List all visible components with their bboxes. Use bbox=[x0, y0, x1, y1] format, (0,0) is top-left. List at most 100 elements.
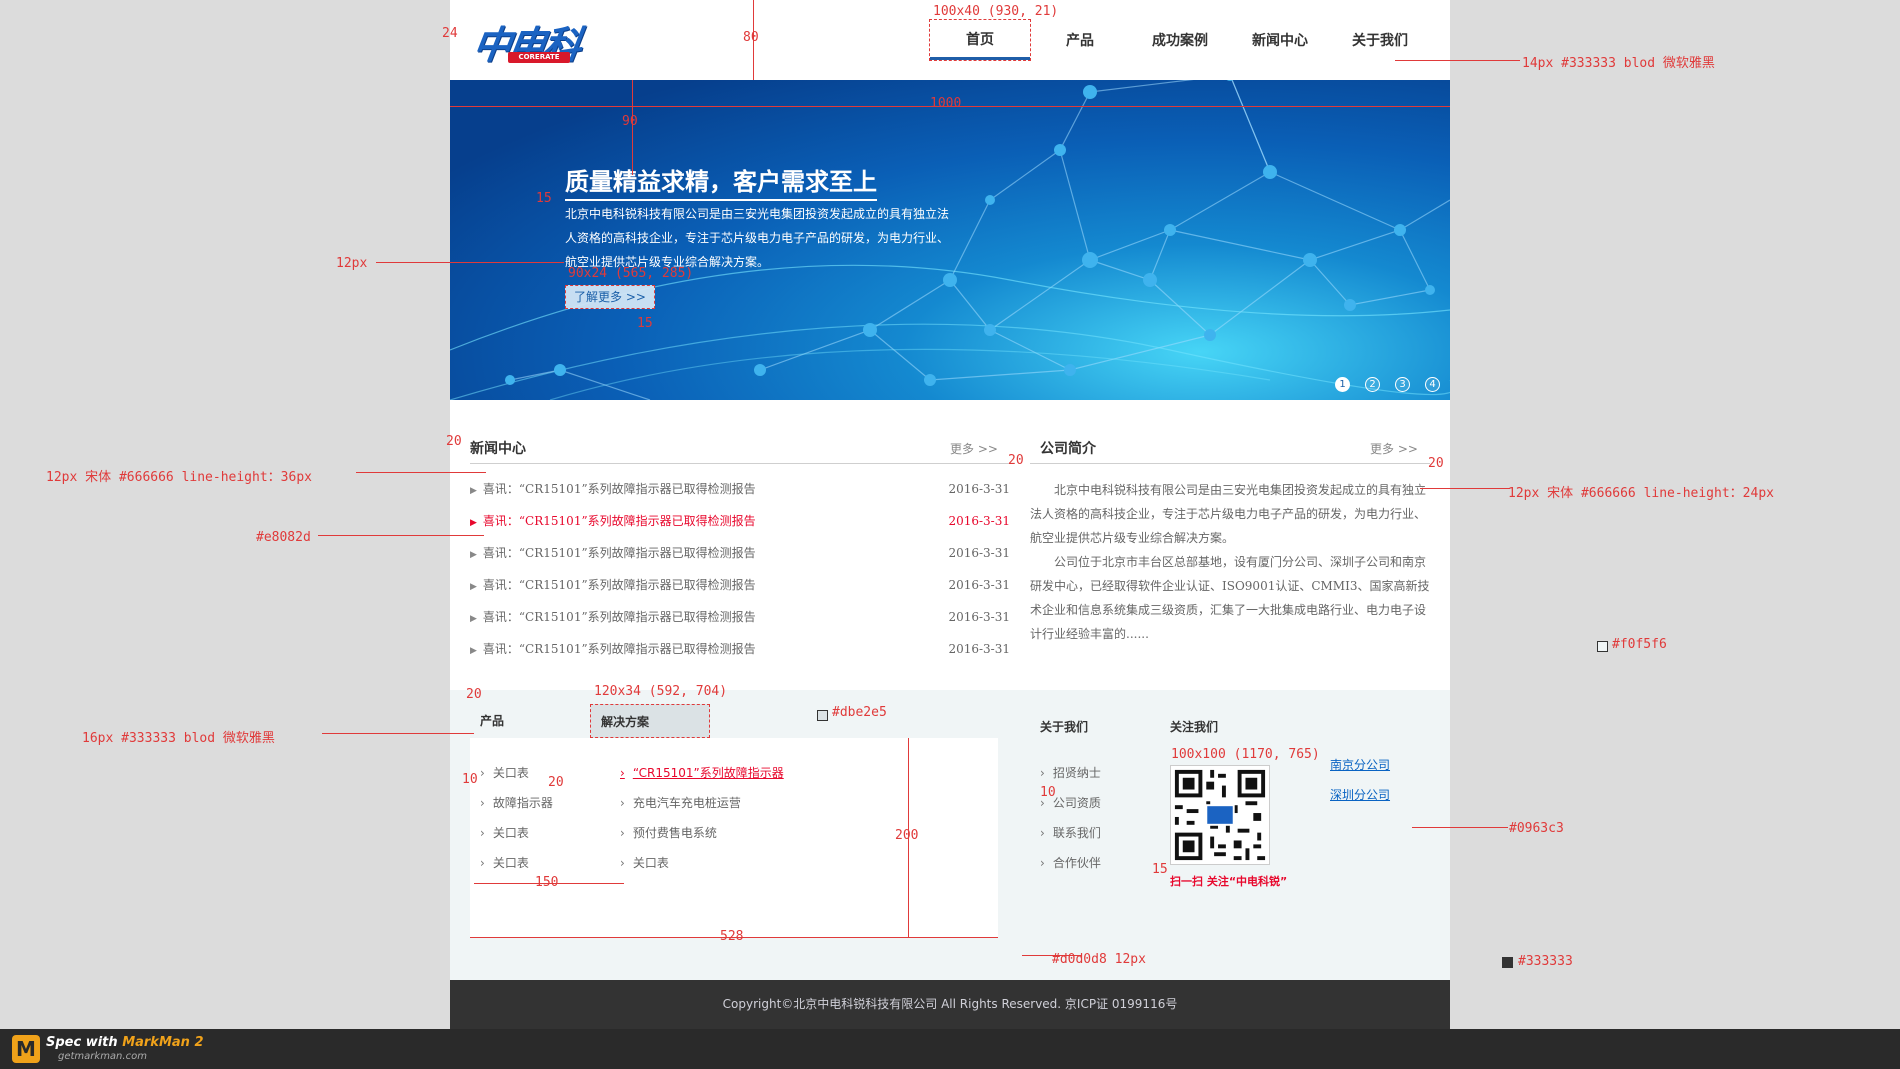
annotation-guide bbox=[322, 733, 474, 734]
learn-more-button[interactable]: 了解更多 >> bbox=[565, 285, 655, 309]
news-divider bbox=[470, 463, 1010, 464]
news-item-title: 喜讯：“CR15101”系列故障指示器已取得检测报告 bbox=[470, 602, 756, 634]
news-item[interactable]: 喜讯：“CR15101”系列故障指示器已取得检测报告 2016-3-31 bbox=[470, 634, 1010, 666]
product-link[interactable]: 关口表 bbox=[620, 848, 784, 878]
main-nav: 首页 产品 成功案例 新闻中心 关于我们 bbox=[929, 19, 1430, 61]
copyright-bar: Copyright©北京中电科锐科技有限公司 All Rights Reserv… bbox=[450, 980, 1450, 1029]
product-column-1: 关口表 故障指示器 关口表 关口表 bbox=[480, 758, 553, 878]
nav-item-about[interactable]: 关于我们 bbox=[1330, 20, 1430, 60]
annotation-right-gap: 20 bbox=[1428, 456, 1444, 471]
annotation-guide bbox=[318, 535, 484, 536]
annotation-footer-color: #333333 bbox=[1518, 954, 1573, 969]
tab-solutions[interactable]: 解决方案 bbox=[590, 704, 710, 738]
about-link[interactable]: 合作伙伴 bbox=[1040, 848, 1101, 878]
annotation-qr-gap: 15 bbox=[1152, 862, 1168, 877]
nav-item-news[interactable]: 新闻中心 bbox=[1230, 20, 1330, 60]
markman-title-brand: MarkMan 2 bbox=[122, 1035, 204, 1050]
annotation-desc-font: 12px bbox=[336, 256, 368, 271]
qr-caption: 扫一扫 关注“中电科锐” bbox=[1170, 875, 1288, 888]
intro-title: 公司简介 bbox=[1040, 441, 1096, 457]
annotation-hover-color: #e8082d bbox=[256, 530, 311, 545]
news-item[interactable]: 喜讯：“CR15101”系列故障指示器已取得检测报告 2016-3-31 bbox=[470, 602, 1010, 634]
annotation-nav-font: 14px #333333 blod 微软雅黑 bbox=[1522, 56, 1715, 71]
intro-divider bbox=[1030, 463, 1430, 464]
about-link[interactable]: 联系我们 bbox=[1040, 818, 1101, 848]
product-link[interactable]: 关口表 bbox=[480, 848, 553, 878]
product-link-hover[interactable]: “CR15101”系列故障指示器 bbox=[620, 758, 784, 788]
annotation-guide bbox=[356, 472, 486, 473]
annotation-spacing: 15 bbox=[536, 191, 552, 206]
news-item-date: 2016-3-31 bbox=[948, 642, 1010, 656]
product-panel: 关口表 故障指示器 关口表 关口表 “CR15101”系列故障指示器 充电汽车充… bbox=[470, 738, 998, 938]
annotation-bg-color: #f0f5f6 bbox=[1612, 637, 1667, 652]
markman-icon: M bbox=[12, 1035, 40, 1063]
annotation-swatch bbox=[1502, 957, 1513, 968]
news-item-date: 2016-3-31 bbox=[948, 546, 1010, 560]
nav-item-products[interactable]: 产品 bbox=[1030, 20, 1130, 60]
annotation-news-gap: 20 bbox=[446, 434, 462, 449]
news-item[interactable]: 喜讯：“CR15101”系列故障指示器已取得检测报告 2016-3-31 bbox=[470, 474, 1010, 506]
product-link[interactable]: 关口表 bbox=[480, 758, 553, 788]
annotation-logo-gap: 24 bbox=[442, 26, 458, 41]
annotation-col-width: 150 bbox=[535, 875, 559, 890]
annotation-banner-width: 1000 bbox=[930, 96, 962, 111]
markman-title: Spec with MarkMan 2 bbox=[46, 1035, 204, 1050]
carousel-dot-1[interactable]: 1 bbox=[1335, 377, 1350, 392]
banner-description: 北京中电科锐科技有限公司是由三安光电集团投资发起成立的具有独立法人资格的高科技企… bbox=[565, 207, 950, 269]
product-link[interactable]: 预付费售电系统 bbox=[620, 818, 784, 848]
annotation-nav-size: 100x40 (930, 21) bbox=[933, 4, 1059, 19]
annotation-swatch bbox=[1597, 641, 1608, 652]
annotation-button-size: 90x24 (565, 285) bbox=[568, 266, 694, 281]
carousel-dot-4[interactable]: 4 bbox=[1425, 377, 1440, 392]
annotation-tab-size: 120x34 (592, 704) bbox=[594, 684, 728, 699]
product-link[interactable]: 故障指示器 bbox=[480, 788, 553, 818]
nav-item-cases[interactable]: 成功案例 bbox=[1130, 20, 1230, 60]
annotation-spacing: 15 bbox=[637, 316, 653, 331]
carousel-dots: 1 2 3 4 bbox=[1320, 377, 1440, 392]
spec-canvas: 中电科锐 CORERATE 首页 产品 成功案例 新闻中心 关于我们 质量精益求… bbox=[0, 0, 1900, 1069]
carousel-dot-3[interactable]: 3 bbox=[1395, 377, 1410, 392]
news-item-date: 2016-3-31 bbox=[948, 482, 1010, 496]
annotation-tab-color: #dbe2e5 bbox=[832, 705, 887, 720]
branch-link-shenzhen[interactable]: 深圳分公司 bbox=[1330, 786, 1390, 803]
news-item[interactable]: 喜讯：“CR15101”系列故障指示器已取得检测报告 2016-3-31 bbox=[470, 570, 1010, 602]
branch-link-nanjing[interactable]: 南京分公司 bbox=[1330, 756, 1390, 773]
page-column: 中电科锐 CORERATE 首页 产品 成功案例 新闻中心 关于我们 质量精益求… bbox=[450, 0, 1450, 1029]
annotation-header-height: 80 bbox=[743, 30, 759, 45]
annotation-mid-gap: 20 bbox=[1008, 453, 1024, 468]
product-link[interactable]: 关口表 bbox=[480, 818, 553, 848]
news-item-title: 喜讯：“CR15101”系列故障指示器已取得检测报告 bbox=[470, 570, 756, 602]
annotation-guide bbox=[376, 262, 564, 263]
news-item-title: 喜讯：“CR15101”系列故障指示器已取得检测报告 bbox=[470, 474, 756, 506]
carousel-dot-2[interactable]: 2 bbox=[1365, 377, 1380, 392]
markman-url[interactable]: getmarkman.com bbox=[58, 1051, 147, 1062]
news-item-date: 2016-3-31 bbox=[948, 578, 1010, 592]
annotation-col-gap: 20 bbox=[548, 775, 564, 790]
news-item[interactable]: 喜讯：“CR15101”系列故障指示器已取得检测报告 2016-3-31 bbox=[470, 538, 1010, 570]
news-more-link[interactable]: 更多 >> bbox=[950, 440, 998, 457]
qr-code-image bbox=[1170, 765, 1270, 865]
markman-title-prefix: Spec with bbox=[46, 1035, 123, 1050]
annotation-panel-width: 528 bbox=[720, 929, 744, 944]
annotation-tab-gap: 20 bbox=[466, 687, 482, 702]
intro-paragraph-2: 公司位于北京市丰台区总部基地，设有厦门分公司、深圳子公司和南京研发中心，已经取得… bbox=[1030, 555, 1430, 641]
annotation-qr-size: 100x100 (1170, 765) bbox=[1171, 747, 1320, 762]
intro-more-link[interactable]: 更多 >> bbox=[1370, 440, 1418, 457]
annotation-li-gap: 10 bbox=[462, 772, 478, 787]
logo[interactable]: 中电科锐 CORERATE bbox=[463, 14, 594, 122]
nav-item-home[interactable]: 首页 bbox=[929, 19, 1031, 61]
news-item-hover[interactable]: 喜讯：“CR15101”系列故障指示器已取得检测报告 2016-3-31 bbox=[470, 506, 1010, 538]
annotation-banner-gap: 90 bbox=[622, 114, 638, 129]
follow-title: 关注我们 bbox=[1170, 720, 1219, 734]
news-item-date: 2016-3-31 bbox=[948, 514, 1010, 528]
logo-tag: CORERATE bbox=[508, 52, 570, 63]
product-link[interactable]: 充电汽车充电桩运营 bbox=[620, 788, 784, 818]
hero-banner[interactable]: 质量精益求精，客户需求至上 北京中电科锐科技有限公司是由三安光电集团投资发起成立… bbox=[450, 80, 1450, 400]
news-item-date: 2016-3-31 bbox=[948, 610, 1010, 624]
tab-products[interactable]: 产品 bbox=[470, 704, 590, 738]
about-title: 关于我们 bbox=[1040, 720, 1089, 734]
product-column-2: “CR15101”系列故障指示器 充电汽车充电桩运营 预付费售电系统 关口表 bbox=[620, 758, 784, 878]
product-tabs: 产品 解决方案 bbox=[470, 704, 710, 738]
annotation-intro-font: 12px 宋体 #666666 line-height：24px bbox=[1508, 486, 1774, 501]
about-link[interactable]: 招贤纳士 bbox=[1040, 758, 1101, 788]
